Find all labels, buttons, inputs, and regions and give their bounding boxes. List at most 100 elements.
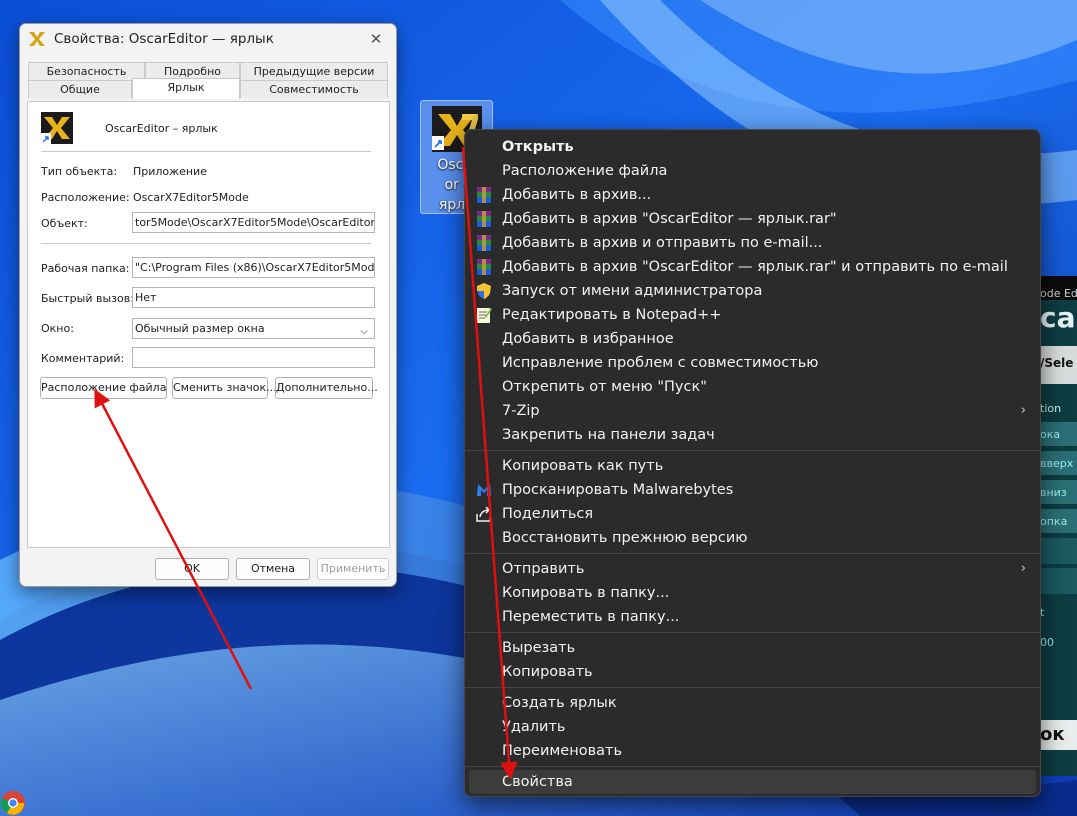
menu-item-label: Переместить в папку... (502, 609, 680, 625)
tab-general[interactable]: Общие (28, 80, 132, 98)
menu-item-properties[interactable]: Свойства (469, 770, 1036, 794)
menu-item-label: Добавить в архив "OscarEditor — ярлык.ra… (502, 259, 1008, 275)
divider (41, 151, 371, 152)
close-icon[interactable]: ✕ (364, 28, 388, 50)
menu-item-unpin-start[interactable]: Открепить от меню "Пуск" (469, 375, 1036, 399)
menu-item-edit-notepadpp[interactable]: Редактировать в Notepad++ (469, 303, 1036, 327)
menu-item-restore-previous[interactable]: Восстановить прежнюю версию (469, 526, 1036, 550)
bg-window-text: /Sele (1040, 356, 1074, 370)
menu-item-label: Удалить (502, 719, 566, 735)
menu-item-open[interactable]: Открыть (469, 135, 1036, 159)
hotkey-field[interactable]: Нет (132, 287, 375, 308)
menu-item-archive-email[interactable]: Добавить в архив и отправить по e-mail..… (469, 231, 1036, 255)
menu-item-delete[interactable]: Удалить (469, 715, 1036, 739)
menu-item-label: Расположение файла (502, 163, 668, 179)
bg-window-button[interactable]: вверх (1040, 457, 1077, 470)
menu-item-troubleshoot-compat[interactable]: Исправление проблем с совместимостью (469, 351, 1036, 375)
oscar-x7-shortcut-icon (41, 112, 73, 144)
menu-item-move-to-folder[interactable]: Переместить в папку... (469, 605, 1036, 629)
winrar-icon (477, 211, 491, 227)
menu-item-copy[interactable]: Копировать (469, 660, 1036, 684)
menu-item-label: Запуск от имени администратора (502, 283, 763, 299)
type-value: Приложение (133, 165, 207, 178)
ok-button[interactable]: OK (155, 558, 229, 580)
tab-security[interactable]: Безопасность (28, 62, 145, 80)
uac-shield-icon (477, 283, 491, 299)
chevron-right-icon: › (1020, 403, 1026, 418)
menu-item-label: Добавить в архив... (502, 187, 652, 203)
background-app-window[interactable]: ode Ed ca /Sele tion ока вверх вниз опка… (1040, 276, 1077, 776)
context-menu: Открыть Расположение файла Добавить в ар… (464, 129, 1041, 797)
divider (41, 243, 371, 244)
menu-item-7zip[interactable]: 7-Zip › (469, 399, 1036, 423)
cancel-button[interactable]: Отмена (236, 558, 310, 580)
type-label: Тип объекта: (41, 165, 118, 178)
bg-window-button[interactable]: вниз (1040, 486, 1077, 499)
location-label: Расположение: (41, 191, 130, 204)
dialog-titlebar[interactable]: Свойства: OscarEditor — ярлык ✕ (20, 24, 396, 54)
bg-window-logo-text: ca (1040, 301, 1076, 334)
target-label: Объект: (41, 217, 88, 230)
menu-separator (465, 553, 1040, 554)
menu-item-label: Просканировать Malwarebytes (502, 482, 734, 498)
menu-item-label: 7-Zip (502, 403, 540, 419)
menu-item-label: Открыть (502, 139, 574, 155)
window-size-value: Обычный размер окна (135, 322, 265, 335)
menu-item-pin-taskbar[interactable]: Закрепить на панели задач (469, 423, 1036, 447)
winrar-icon (477, 187, 491, 203)
menu-item-scan-malwarebytes[interactable]: Просканировать Malwarebytes (469, 478, 1036, 502)
chevron-right-icon: › (1020, 561, 1026, 576)
menu-item-label: Поделиться (502, 506, 594, 522)
menu-item-rename[interactable]: Переименовать (469, 739, 1036, 763)
comment-field[interactable] (132, 347, 375, 368)
menu-item-label: Свойства (502, 774, 573, 790)
bg-window-text: t (1040, 606, 1045, 619)
menu-item-label: Копировать (502, 664, 593, 680)
menu-item-label: Переименовать (502, 743, 623, 759)
menu-item-label: Создать ярлык (502, 695, 617, 711)
menu-item-label: Добавить в архив "OscarEditor — ярлык.ra… (502, 211, 837, 227)
share-icon (476, 506, 491, 522)
bg-window-text: tion (1040, 402, 1062, 415)
tab-compatibility[interactable]: Совместимость (240, 80, 388, 98)
advanced-button[interactable]: Дополнительно... (275, 377, 378, 399)
window-size-select[interactable]: Обычный размер окна ⌵ (132, 318, 375, 339)
apply-button[interactable]: Применить (317, 558, 389, 580)
menu-item-add-to-archive[interactable]: Добавить в архив... (469, 183, 1036, 207)
menu-item-run-as-admin[interactable]: Запуск от имени администратора (469, 279, 1036, 303)
location-value: OscarX7Editor5Mode (133, 191, 249, 204)
bg-window-button[interactable]: ока (1040, 428, 1077, 441)
chrome-icon[interactable] (0, 790, 26, 816)
notepadpp-icon (477, 308, 492, 323)
change-icon-button[interactable]: Сменить значок... (172, 377, 277, 399)
menu-item-add-favorites[interactable]: Добавить в избранное (469, 327, 1036, 351)
tab-shortcut[interactable]: Ярлык (132, 78, 240, 99)
menu-item-label: Исправление проблем с совместимостью (502, 355, 819, 371)
shortcut-name: OscarEditor – ярлык (105, 122, 218, 135)
target-field[interactable]: tor5Mode\OscarX7Editor5Mode\OscarEditor.… (132, 212, 375, 233)
menu-item-copy-to-folder[interactable]: Копировать в папку... (469, 581, 1036, 605)
bg-window-ok-button[interactable]: ок (1040, 724, 1077, 746)
menu-item-send-to[interactable]: Отправить › (469, 557, 1036, 581)
menu-item-file-location[interactable]: Расположение файла (469, 159, 1036, 183)
workdir-field[interactable]: "C:\Program Files (x86)\OscarX7Editor5Mo… (132, 257, 375, 278)
menu-item-label: Редактировать в Notepad++ (502, 307, 722, 323)
menu-item-copy-as-path[interactable]: Копировать как путь (469, 454, 1036, 478)
menu-item-label: Открепить от меню "Пуск" (502, 379, 707, 395)
menu-item-label: Вырезать (502, 640, 576, 656)
bg-window-button[interactable]: опка (1040, 515, 1077, 528)
menu-separator (465, 766, 1040, 767)
menu-item-rar-email[interactable]: Добавить в архив "OscarEditor — ярлык.ra… (469, 255, 1036, 279)
window-label: Окно: (41, 322, 74, 335)
tab-previous-versions[interactable]: Предыдущие версии (240, 62, 388, 80)
comment-label: Комментарий: (41, 352, 125, 365)
menu-separator (465, 632, 1040, 633)
open-file-location-button[interactable]: Расположение файла (40, 377, 167, 399)
menu-item-label: Закрепить на панели задач (502, 427, 715, 443)
menu-item-create-shortcut[interactable]: Создать ярлык (469, 691, 1036, 715)
winrar-icon (477, 259, 491, 275)
menu-item-add-to-rar[interactable]: Добавить в архив "OscarEditor — ярлык.ra… (469, 207, 1036, 231)
menu-item-cut[interactable]: Вырезать (469, 636, 1036, 660)
menu-item-label: Добавить в архив и отправить по e-mail..… (502, 235, 823, 251)
menu-item-share[interactable]: Поделиться (469, 502, 1036, 526)
